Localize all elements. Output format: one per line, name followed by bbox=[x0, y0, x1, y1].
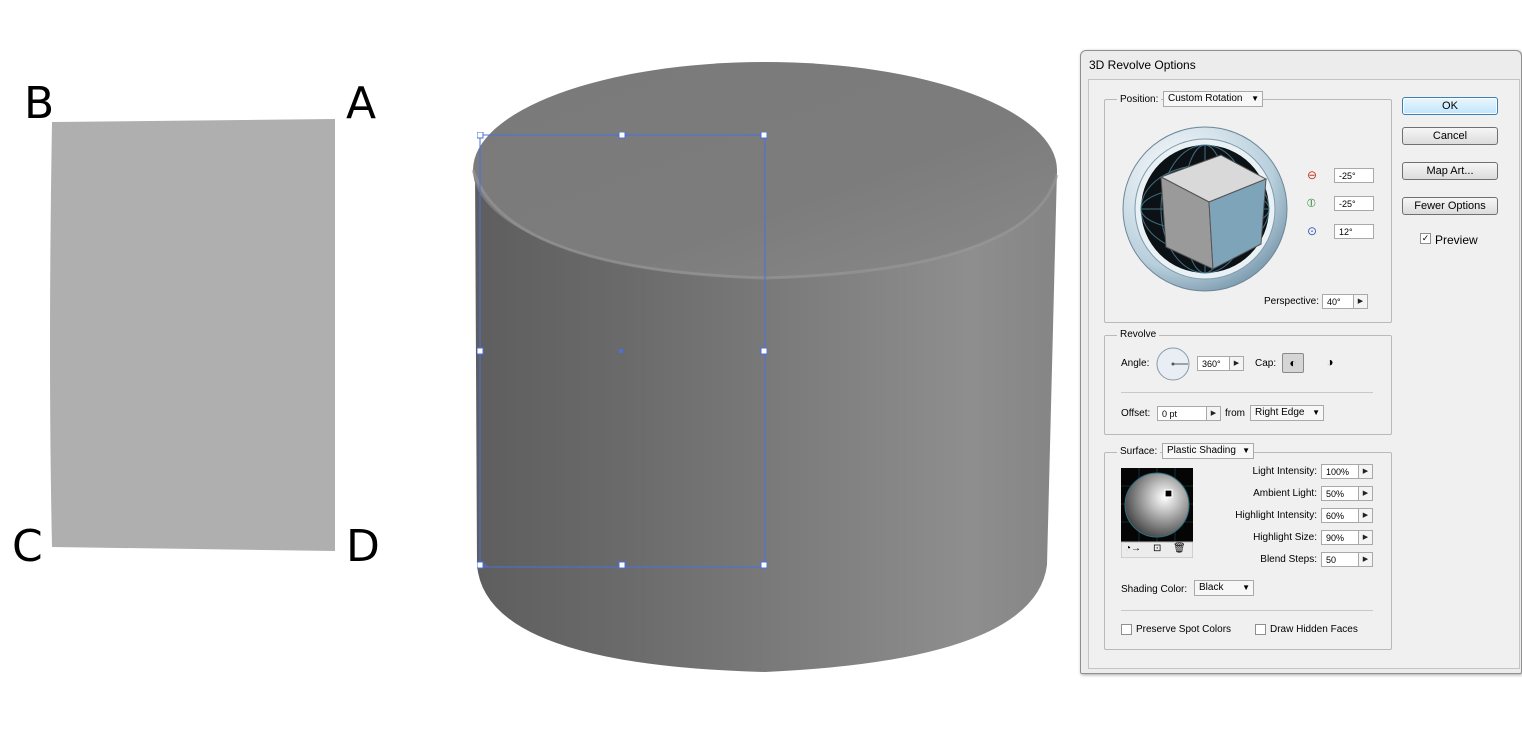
corner-label-d: D bbox=[346, 521, 380, 572]
dialog-body: Position: Custom Rotation ▼ ⊖ -25° ⦶ -25… bbox=[1088, 79, 1520, 669]
selection-bounding-box[interactable] bbox=[476, 131, 768, 570]
light-intensity-label: Light Intensity: bbox=[1252, 466, 1317, 477]
blend-steps-label: Blend Steps: bbox=[1260, 554, 1317, 565]
corner-label-c: C bbox=[12, 521, 43, 572]
map-art-button[interactable]: Map Art... bbox=[1402, 162, 1498, 180]
surface-dropdown[interactable]: Plastic Shading ▼ bbox=[1162, 443, 1254, 459]
selection-box-svg bbox=[476, 131, 768, 569]
cancel-button[interactable]: Cancel bbox=[1402, 127, 1498, 145]
revolve-label: Revolve bbox=[1117, 329, 1160, 340]
angle-label: Angle: bbox=[1121, 358, 1150, 369]
revolve-divider bbox=[1121, 392, 1373, 393]
perspective-label: Perspective: bbox=[1263, 296, 1319, 307]
cap-on-button[interactable]: ◐ bbox=[1282, 353, 1304, 373]
preserve-spot-colors-label: Preserve Spot Colors bbox=[1136, 624, 1232, 635]
3d-revolve-options-dialog: 3D Revolve Options Position: Custom Rota… bbox=[1080, 50, 1522, 674]
rotate-x-field[interactable]: -25° bbox=[1334, 168, 1374, 183]
preview-label: Preview bbox=[1435, 233, 1478, 247]
offset-label: Offset: bbox=[1121, 408, 1151, 419]
rotation-trackball[interactable] bbox=[1121, 122, 1291, 297]
draw-hidden-faces-label: Draw Hidden Faces bbox=[1270, 624, 1358, 635]
delete-light-icon[interactable]: 🗑 bbox=[1173, 543, 1186, 554]
corner-label-b: B bbox=[24, 78, 55, 129]
surface-label: Surface: bbox=[1117, 446, 1161, 457]
highlight-intensity-label: Highlight Intensity: bbox=[1235, 510, 1317, 521]
from-value: Right Edge bbox=[1255, 407, 1305, 418]
light-intensity-stepper[interactable]: ▶ bbox=[1359, 464, 1373, 479]
angle-dial[interactable] bbox=[1155, 346, 1191, 382]
trackball-svg bbox=[1122, 126, 1288, 292]
chevron-down-icon: ▼ bbox=[1312, 408, 1320, 417]
ambient-light-field[interactable]: 50% bbox=[1321, 486, 1359, 501]
source-shape bbox=[40, 110, 350, 560]
cap-off-icon: ◑ bbox=[1326, 355, 1334, 369]
highlight-size-label: Highlight Size: bbox=[1253, 532, 1317, 543]
light-intensity-field[interactable]: 100% bbox=[1321, 464, 1359, 479]
angle-stepper[interactable]: ▶ bbox=[1230, 356, 1244, 371]
blend-steps-field[interactable]: 50 bbox=[1321, 552, 1359, 567]
preserve-spot-colors-checkbox[interactable] bbox=[1121, 624, 1132, 635]
from-label: from bbox=[1225, 408, 1245, 419]
source-shape-svg bbox=[50, 119, 335, 551]
highlight-size-stepper[interactable]: ▶ bbox=[1359, 530, 1373, 545]
angle-field[interactable]: 360° bbox=[1197, 356, 1230, 371]
rotate-y-field[interactable]: -25° bbox=[1334, 196, 1374, 211]
chevron-down-icon: ▼ bbox=[1242, 446, 1250, 455]
from-dropdown[interactable]: Right Edge ▼ bbox=[1250, 405, 1324, 421]
cap-label: Cap: bbox=[1255, 358, 1277, 369]
rotate-z-field[interactable]: 12° bbox=[1334, 224, 1374, 239]
preview-checkbox[interactable]: ✓ bbox=[1420, 233, 1431, 244]
offset-field[interactable]: 0 pt bbox=[1157, 406, 1207, 421]
lighting-sphere-preview[interactable]: ◔→ ⊡ 🗑 bbox=[1120, 468, 1194, 559]
chevron-down-icon: ▼ bbox=[1242, 583, 1250, 592]
offset-stepper[interactable]: ▶ bbox=[1207, 406, 1221, 421]
chevron-down-icon: ▼ bbox=[1251, 94, 1259, 103]
corner-label-a: A bbox=[346, 78, 377, 129]
new-light-icon[interactable]: ⊡ bbox=[1153, 543, 1161, 554]
highlight-intensity-field[interactable]: 60% bbox=[1321, 508, 1359, 523]
blend-steps-stepper[interactable]: ▶ bbox=[1359, 552, 1373, 567]
shading-color-value: Black bbox=[1199, 582, 1224, 593]
cap-on-icon: ◐ bbox=[1289, 356, 1297, 370]
rotate-y-axis-icon: ⦶ bbox=[1307, 196, 1316, 210]
highlight-size-field[interactable]: 90% bbox=[1321, 530, 1359, 545]
rotate-x-axis-icon: ⊖ bbox=[1307, 168, 1318, 182]
fewer-options-button[interactable]: Fewer Options bbox=[1402, 197, 1498, 215]
ambient-light-stepper[interactable]: ▶ bbox=[1359, 486, 1373, 501]
draw-hidden-faces-checkbox[interactable] bbox=[1255, 624, 1266, 635]
shading-color-label: Shading Color: bbox=[1121, 584, 1188, 595]
rotate-z-axis-icon: ⊙ bbox=[1307, 224, 1318, 238]
perspective-stepper[interactable]: ▶ bbox=[1354, 294, 1368, 309]
position-value: Custom Rotation bbox=[1168, 93, 1243, 104]
perspective-field[interactable]: 40° bbox=[1322, 294, 1354, 309]
position-dropdown[interactable]: Custom Rotation ▼ bbox=[1163, 91, 1263, 107]
cap-off-button[interactable]: ◑ bbox=[1319, 353, 1341, 373]
surface-divider bbox=[1121, 610, 1373, 611]
ambient-light-label: Ambient Light: bbox=[1253, 488, 1317, 499]
revolve-group bbox=[1104, 335, 1392, 435]
dialog-title: 3D Revolve Options bbox=[1089, 58, 1196, 72]
shading-color-dropdown[interactable]: Black ▼ bbox=[1194, 580, 1254, 596]
move-light-back-icon[interactable]: ◔→ bbox=[1125, 543, 1141, 554]
surface-value: Plastic Shading bbox=[1167, 445, 1236, 456]
ok-button[interactable]: OK bbox=[1402, 97, 1498, 115]
angle-dial-icon bbox=[1156, 347, 1190, 381]
highlight-intensity-stepper[interactable]: ▶ bbox=[1359, 508, 1373, 523]
position-label: Position: bbox=[1117, 94, 1162, 105]
